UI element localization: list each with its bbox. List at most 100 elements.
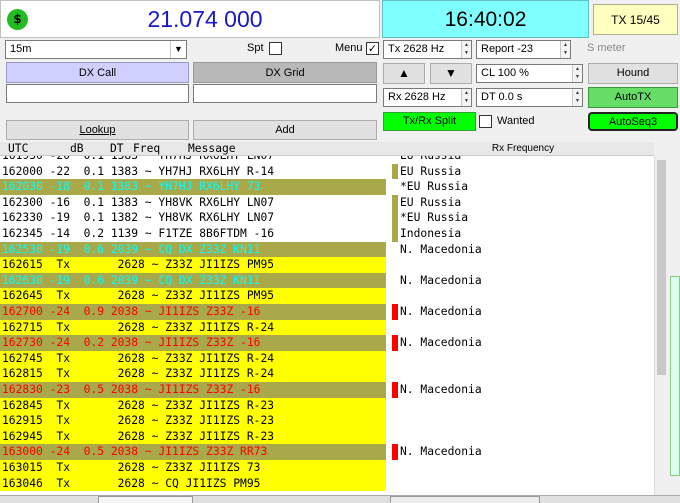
table-row[interactable]: 161930 -20 0.1 1383 ~ YH7HJ RX6LHY LN07: [0, 156, 386, 164]
table-row[interactable]: 163015 Tx 2628 ~ Z33Z JI1IZS 73: [0, 460, 386, 476]
lookup-button[interactable]: Lookup: [6, 120, 189, 140]
rx-rows: EU RussiaEU Russia*EU RussiaEU Russia*EU…: [392, 156, 654, 495]
wanted-checkbox[interactable]: [479, 115, 492, 128]
table-row[interactable]: 162330 -19 0.1 1382 ~ YH8VK RX6LHY LN07: [0, 210, 386, 226]
spin-arrows-icon[interactable]: ▲ ▼: [461, 89, 471, 106]
table-row[interactable]: 162300 -16 0.1 1383 ~ YH8VK RX6LHY LN07: [0, 194, 386, 211]
bottom-tab[interactable]: [98, 496, 193, 503]
autoseq-button[interactable]: AutoSeq3: [588, 112, 678, 131]
table-row[interactable]: 163000 -24 0.5 2038 ~ JI1IZS Z33Z RR73: [0, 444, 386, 460]
decode-list: 161930 -20 0.1 1383 ~ YH7HJ RX6LHY LN071…: [0, 156, 392, 495]
rx-freq-value: Rx 2628 Hz: [388, 91, 446, 103]
scrollbar-thumb[interactable]: [657, 160, 666, 375]
cl-spinbox[interactable]: CL 100 % ▲ ▼: [476, 64, 583, 83]
spin-arrows-icon[interactable]: ▲ ▼: [572, 65, 582, 82]
wanted-label: Wanted: [497, 115, 535, 127]
dt-spinbox[interactable]: DT 0.0 s ▲ ▼: [476, 88, 583, 107]
rx-row[interactable]: N. Macedonia: [392, 304, 652, 320]
hound-button[interactable]: Hound: [588, 63, 678, 84]
rx-row[interactable]: [392, 429, 652, 445]
rx-row[interactable]: EU Russia: [392, 156, 652, 164]
report-value: Report -23: [481, 43, 533, 55]
table-row[interactable]: 162830 -23 0.5 2038 ~ JI1IZS Z33Z -16: [0, 382, 386, 398]
spin-arrows-icon[interactable]: ▲ ▼: [560, 41, 570, 58]
bottom-tab[interactable]: [390, 496, 540, 503]
report-spinbox[interactable]: Report -23 ▲ ▼: [476, 40, 571, 59]
spin-arrows-icon[interactable]: ▲ ▼: [572, 89, 582, 106]
rx-row[interactable]: N. Macedonia: [392, 273, 652, 289]
txrx-split-button[interactable]: Tx/Rx Split: [383, 112, 476, 131]
chevron-down-icon: ▼: [170, 41, 186, 58]
rx-freq-spinbox[interactable]: Rx 2628 Hz ▲ ▼: [383, 88, 472, 107]
rx-row[interactable]: [392, 320, 652, 336]
rx-row[interactable]: [392, 476, 652, 492]
rx-row[interactable]: [392, 257, 652, 273]
tx-freq-value: Tx 2628 Hz: [388, 43, 445, 55]
table-row[interactable]: 162815 Tx 2628 ~ Z33Z JI1IZS R-24: [0, 366, 386, 382]
table-row[interactable]: 162845 Tx 2628 ~ Z33Z JI1IZS R-23: [0, 397, 386, 414]
rx-row[interactable]: EU Russia: [392, 195, 652, 211]
rx-frequency-list: EU RussiaEU Russia*EU RussiaEU Russia*EU…: [392, 156, 654, 495]
table-row[interactable]: 162630 -19 0.6 2039 ~ CQ DX Z33Z KN11: [0, 272, 386, 289]
band-select[interactable]: 15m ▼: [5, 40, 187, 59]
bottom-tab-strip: [0, 495, 680, 503]
table-row[interactable]: 162745 Tx 2628 ~ Z33Z JI1IZS R-24: [0, 350, 386, 367]
rx-row[interactable]: [392, 398, 652, 414]
table-row[interactable]: 162730 -24 0.2 2038 ~ JI1IZS Z33Z -16: [0, 335, 386, 351]
spt-label: Spt: [247, 42, 264, 54]
rx-row[interactable]: [392, 288, 652, 304]
rx-row[interactable]: *EU Russia: [392, 210, 652, 226]
col-freq: Freq: [133, 142, 161, 155]
rx-row[interactable]: N. Macedonia: [392, 242, 652, 258]
rx-row[interactable]: [392, 413, 652, 429]
col-message: Message: [188, 142, 236, 155]
table-row[interactable]: 162645 Tx 2628 ~ Z33Z JI1IZS PM95: [0, 288, 386, 304]
tx-freq-spinbox[interactable]: Tx 2628 Hz ▲ ▼: [383, 40, 472, 59]
dollar-icon[interactable]: $: [7, 9, 28, 30]
add-button[interactable]: Add: [193, 120, 377, 140]
rx-row[interactable]: N. Macedonia: [392, 444, 652, 460]
dx-grid-input[interactable]: [193, 84, 377, 103]
freq-up-button[interactable]: ▲: [383, 63, 425, 84]
freq-down-button[interactable]: ▼: [430, 63, 472, 84]
table-row[interactable]: 162345 -14 0.2 1139 ~ F1TZE 8B6FTDM -16: [0, 226, 386, 242]
rx-frequency-header: Rx Frequency: [392, 142, 654, 156]
dt-value: DT 0.0 s: [481, 91, 523, 103]
dx-grid-label: DX Grid: [193, 62, 377, 83]
scrollbar[interactable]: [654, 156, 668, 495]
table-row[interactable]: 162030 -18 0.1 1383 ~ YH7HJ RX6LHY 73: [0, 179, 386, 195]
table-row[interactable]: 162530 -19 0.6 2039 ~ CQ DX Z33Z KN11: [0, 241, 386, 258]
rx-row[interactable]: N. Macedonia: [392, 335, 652, 351]
col-dt: DT: [110, 142, 124, 155]
time-display: 16:40:02: [382, 0, 589, 38]
rx-row[interactable]: *EU Russia: [392, 179, 652, 195]
table-row[interactable]: 162615 Tx 2628 ~ Z33Z JI1IZS PM95: [0, 257, 386, 273]
frequency-display: 21.074 000: [147, 6, 263, 32]
table-row[interactable]: 162915 Tx 2628 ~ Z33Z JI1IZS R-23: [0, 413, 386, 429]
rx-row[interactable]: N. Macedonia: [392, 382, 652, 398]
table-row[interactable]: 162700 -24 0.9 2038 ~ JI1IZS Z33Z -16: [0, 304, 386, 320]
rx-row[interactable]: EU Russia: [392, 164, 652, 180]
table-row[interactable]: 163046 Tx 2628 ~ CQ JI1IZS PM95: [0, 475, 386, 492]
table-row[interactable]: 162945 Tx 2628 ~ Z33Z JI1IZS R-23: [0, 428, 386, 445]
rx-row[interactable]: [392, 366, 652, 382]
spin-arrows-icon[interactable]: ▲ ▼: [461, 41, 471, 58]
menu-checkbox[interactable]: ✓: [366, 42, 379, 55]
table-row[interactable]: 162000 -22 0.1 1383 ~ YH7HJ RX6LHY R-14: [0, 163, 386, 180]
side-tab[interactable]: [670, 276, 680, 476]
cl-value: CL 100 %: [481, 67, 529, 79]
menu-label: Menu: [335, 42, 363, 54]
spt-checkbox[interactable]: [269, 42, 282, 55]
autotx-button[interactable]: AutoTX: [588, 87, 678, 108]
dx-call-label: DX Call: [6, 62, 189, 83]
decode-rows: 161930 -20 0.1 1383 ~ YH7HJ RX6LHY LN071…: [0, 156, 392, 495]
col-db: dB: [70, 142, 84, 155]
dx-call-input[interactable]: [6, 84, 189, 103]
rx-row[interactable]: [392, 351, 652, 367]
arrow-down-icon: ▼: [445, 66, 457, 80]
arrow-up-icon: ▲: [398, 66, 410, 80]
rx-row[interactable]: Indonesia: [392, 226, 652, 242]
s-meter-label: S meter: [587, 42, 626, 54]
rx-row[interactable]: [392, 460, 652, 476]
table-row[interactable]: 162715 Tx 2628 ~ Z33Z JI1IZS R-24: [0, 319, 386, 336]
